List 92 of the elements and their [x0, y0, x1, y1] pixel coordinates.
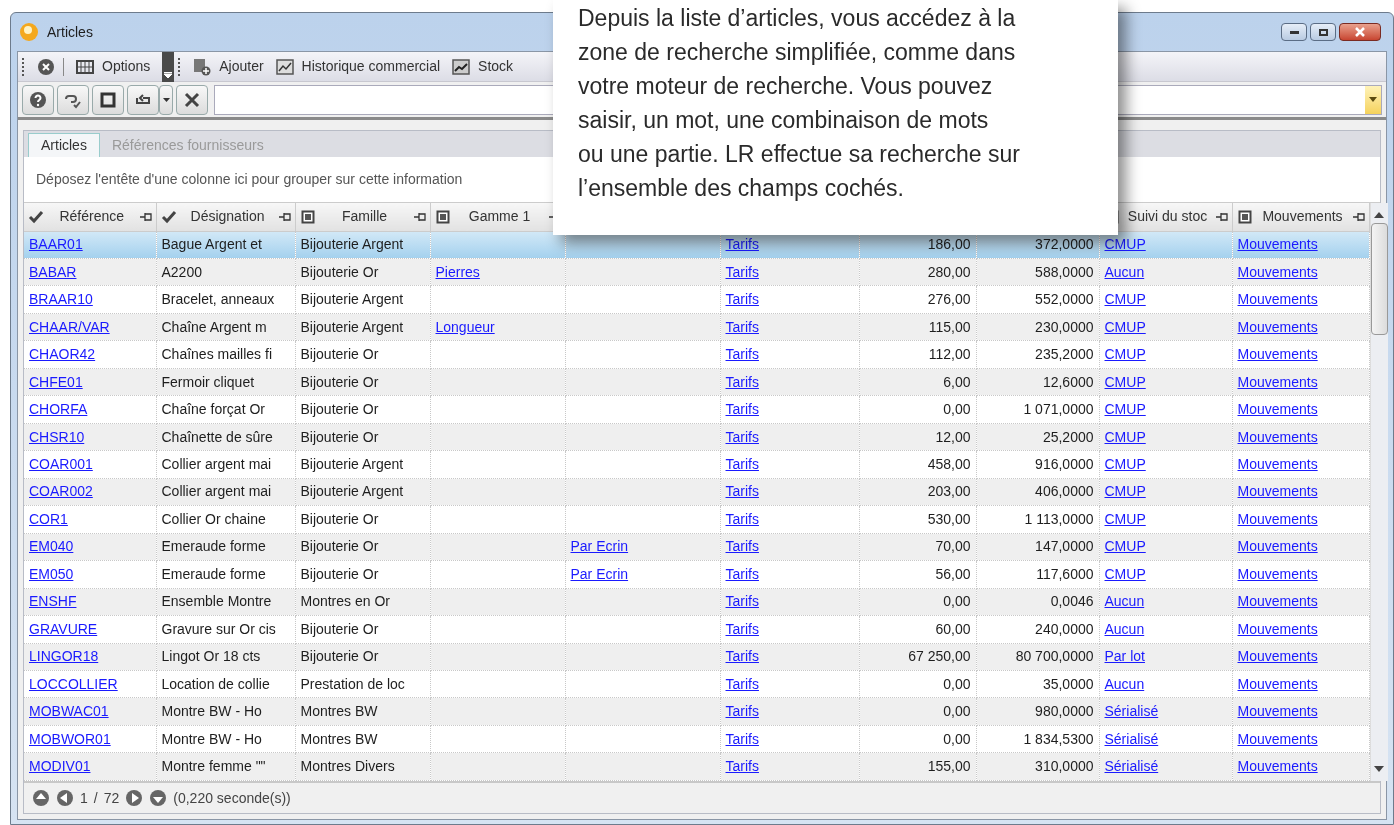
table-cell: 6,00	[943, 373, 971, 390]
page-separator: /	[93, 788, 98, 808]
table-cell: 280,00	[927, 263, 971, 280]
table-cell: 1 834,5300	[1023, 730, 1094, 747]
table-cell: Lingot Or 18 cts	[161, 648, 261, 665]
table-cell: Bijouterie Or	[300, 620, 379, 637]
table-cell: Bijouterie Or	[300, 401, 379, 418]
table-cell: Bijouterie Or	[300, 510, 379, 527]
table-cell: A2200	[161, 263, 202, 280]
table-cell: 1 071,0000	[1023, 401, 1094, 418]
table-cell: Ensemble Montre	[161, 593, 272, 610]
table-cell: Bijouterie Argent	[300, 456, 404, 472]
table-cell: Montres en Or	[300, 593, 390, 610]
table-cell: Montres Divers	[300, 758, 395, 775]
table-cell: Montre femme ""	[161, 758, 266, 775]
callout-text: ou une partie. LR effectue sa recherche sur	[578, 140, 1021, 169]
callout-text: l’ensemble des champs cochés.	[578, 174, 905, 203]
query-time: (0,220 seconde(s))	[173, 788, 291, 808]
table-cell: 310,0000	[1035, 758, 1094, 775]
table-cell: 0,0046	[1050, 593, 1094, 610]
table-cell: Emeraude forme	[161, 538, 266, 555]
table-cell: Bijouterie Or	[300, 648, 379, 665]
callout-text: zone de recherche simplifiée, comme dans	[578, 38, 1017, 67]
table-cell: 530,00	[927, 510, 971, 527]
table-cell: 115,00	[928, 318, 971, 335]
table-cell: 25,2000	[1042, 428, 1094, 445]
table-cell: 67 250,00	[908, 648, 971, 665]
table-cell: 1 113,0000	[1024, 510, 1094, 527]
table-cell: 203,00	[927, 483, 971, 500]
table-cell: 56,00	[935, 565, 971, 582]
table-cell: Bijouterie Or	[300, 346, 379, 363]
table-cell: Chaîne Argent m	[161, 318, 267, 335]
table-cell: Montre BW - Ho	[161, 703, 262, 720]
table-cell: Collier argent mai	[161, 456, 272, 472]
table-cell: 35,0000	[1042, 675, 1094, 692]
table-cell: Bracelet, anneaux	[161, 291, 275, 308]
table-cell: Bague Argent et	[161, 236, 262, 253]
table-cell: Montre BW - Ho	[161, 730, 262, 747]
table-cell: Chaînes mailles fi	[161, 346, 272, 363]
table-cell: 980,0000	[1035, 703, 1094, 720]
table-cell: 186,00	[927, 236, 971, 253]
table-cell: 0,00	[943, 675, 971, 692]
table-cell: Emeraude forme	[161, 565, 266, 582]
table-cell: 0,00	[943, 593, 971, 610]
table-cell: 458,00	[927, 456, 971, 472]
table-cell: Bijouterie Or	[300, 565, 379, 582]
table-cell: 552,0000	[1035, 291, 1094, 308]
table-cell: Bijouterie Or	[300, 428, 379, 445]
callout-text: saisir, un mot, une combinaison de mots	[578, 106, 990, 135]
table-cell: Bijouterie Argent	[300, 291, 404, 308]
callout-text: Depuis la liste d’articles, vous accédez à la	[578, 4, 1017, 33]
table-cell: Montres BW	[300, 703, 378, 720]
table-cell: 117,6000	[1036, 565, 1094, 582]
table-cell: Bijouterie Or	[300, 373, 379, 390]
table-cell: 276,00	[927, 291, 971, 308]
table-cell: 112,00	[928, 346, 971, 363]
table-cell: 240,0000	[1035, 620, 1094, 637]
window-title: Articles	[47, 22, 93, 42]
callout-text: votre moteur de recherche. Vous pouvez	[578, 72, 994, 101]
table-cell: 70,00	[935, 538, 971, 555]
table-cell: 230,0000	[1035, 318, 1094, 335]
table-cell: 155,00	[927, 758, 971, 775]
table-cell: 147,0000	[1035, 538, 1094, 555]
table-cell: Bijouterie Argent	[300, 236, 404, 253]
table-cell: Location de collie	[161, 675, 270, 692]
table-cell: 588,0000	[1035, 263, 1094, 280]
table-cell: Collier Or chaine	[161, 510, 266, 527]
table-cell: Chaînette de sûre	[161, 428, 273, 445]
table-cell: Gravure sur Or cis	[161, 620, 276, 637]
table-cell: Chaîne forçat Or	[161, 401, 265, 418]
table-cell: 12,6000	[1042, 373, 1094, 390]
table-cell: 916,0000	[1035, 456, 1094, 472]
table-cell: Prestation de loc	[300, 675, 405, 692]
table-cell: Bijouterie Argent	[300, 483, 404, 500]
table-cell: 60,00	[935, 620, 971, 637]
table-cell: 235,2000	[1035, 346, 1094, 363]
table-cell: Fermoir cliquet	[161, 373, 255, 390]
table-cell: 80 700,0000	[1015, 648, 1094, 665]
table-cell: 12,00	[935, 428, 971, 445]
table-cell: 0,00	[943, 703, 971, 720]
table-cell: 406,0000	[1035, 483, 1094, 500]
table-cell: Collier argent mai	[161, 483, 272, 500]
table-cell: Bijouterie Or	[300, 538, 379, 555]
group-by-hint: Déposez l'entête d'une colonne ici pour grouper sur cette information	[36, 170, 463, 189]
table-cell: 0,00	[943, 730, 971, 747]
table-cell: Montres BW	[300, 730, 378, 747]
table-cell: 372,0000	[1035, 236, 1094, 253]
page-number: 1	[80, 788, 88, 808]
table-cell: 0,00	[943, 401, 971, 418]
table-cell: Bijouterie Or	[300, 263, 379, 280]
table-cell: Bijouterie Argent	[300, 318, 404, 335]
page-count: 72	[103, 788, 120, 808]
